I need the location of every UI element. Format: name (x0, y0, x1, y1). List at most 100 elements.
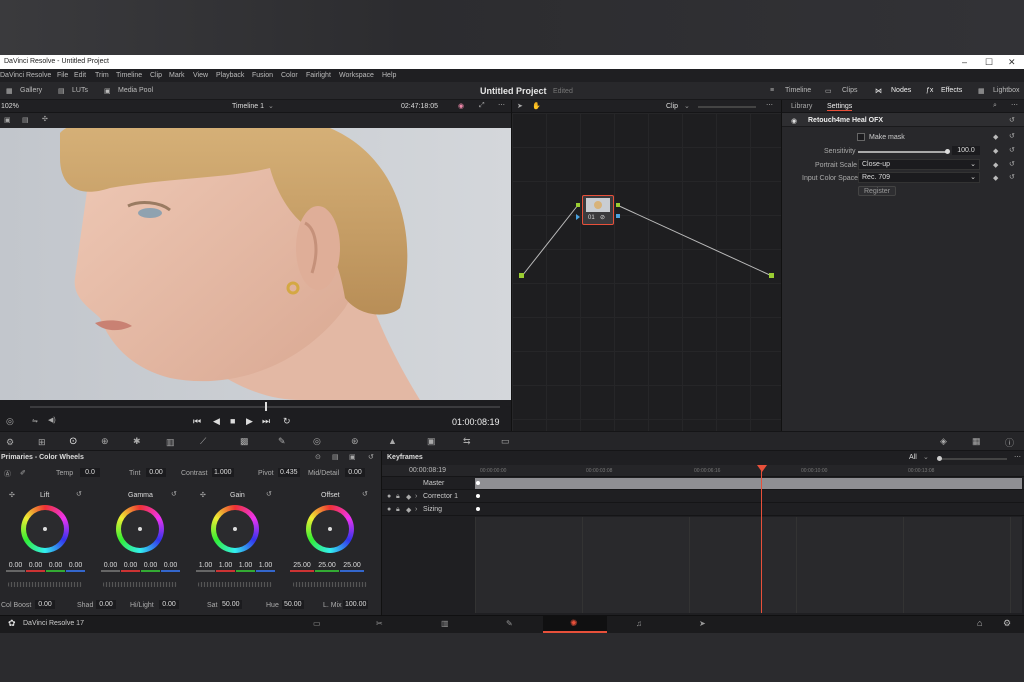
colboost-value[interactable]: 0.00 (35, 600, 55, 609)
reset-icon[interactable]: ↺ (1009, 173, 1015, 181)
gain-g[interactable]: 1.00 (236, 562, 255, 572)
fusion-page-icon[interactable]: ✎ (506, 619, 513, 628)
offset-wheel[interactable] (306, 505, 354, 553)
lmix-value[interactable]: 100.00 (343, 600, 369, 609)
clips-icon[interactable]: ▭ (825, 87, 832, 95)
color-page-icon[interactable]: ✺ (570, 618, 578, 629)
menu-workspace[interactable]: Workspace (339, 72, 374, 79)
color-match-icon[interactable]: ⊞ (38, 437, 46, 448)
effects-panel-icon[interactable]: ◈ (940, 436, 947, 447)
offset-master-wheel[interactable] (293, 582, 367, 587)
scopes-icon[interactable]: ▦ (972, 436, 981, 447)
keyframe-marker[interactable] (476, 507, 480, 511)
chevron-down-icon[interactable]: ⌄ (268, 102, 274, 110)
close-icon[interactable]: ✕ (1008, 57, 1016, 67)
playhead[interactable] (265, 402, 267, 411)
curves-icon[interactable]: ⟋ (200, 436, 206, 447)
motion-effects-icon[interactable]: ▥ (166, 437, 175, 448)
menu-davinci[interactable]: DaVinci Resolve (0, 72, 51, 79)
volume-icon[interactable]: ◀) (48, 416, 56, 424)
settings-gear-icon[interactable]: ⚙ (1003, 618, 1011, 629)
lift-picker-icon[interactable]: ✣ (9, 491, 15, 499)
lift-b[interactable]: 0.00 (66, 562, 85, 572)
more-options-icon[interactable]: ⋯ (766, 101, 773, 109)
reset-icon[interactable]: ↺ (1009, 160, 1015, 168)
corrector-node[interactable]: 01 ⊘ (582, 195, 614, 225)
reset-icon[interactable]: ↺ (76, 490, 82, 498)
sizing-icon[interactable]: ▭ (501, 436, 510, 447)
gain-b[interactable]: 1.00 (256, 562, 275, 572)
lock-icon[interactable]: 🔒︎ (396, 493, 400, 501)
media-page-icon[interactable]: ▭ (313, 619, 321, 628)
picker-icon[interactable]: ✐ (20, 469, 26, 477)
gallery-button[interactable]: Gallery (20, 87, 42, 94)
chevron-right-icon[interactable]: › (415, 506, 417, 513)
node-key-output[interactable] (616, 214, 620, 218)
gain-picker-icon[interactable]: ✣ (200, 491, 206, 499)
menu-help[interactable]: Help (382, 72, 396, 79)
reset-icon[interactable]: ↺ (266, 490, 272, 498)
gain-master-wheel[interactable] (198, 582, 272, 587)
portrait-scale-dropdown[interactable]: Close-up ⌄ (858, 159, 980, 170)
hue-value[interactable]: 50.00 (282, 600, 304, 609)
sensitivity-value[interactable]: 100.0 (952, 146, 980, 155)
middetail-value[interactable]: 0.00 (345, 468, 365, 477)
gain-wheel[interactable] (211, 505, 259, 553)
gamma-wheel[interactable] (116, 505, 164, 553)
master-track[interactable] (475, 478, 1022, 489)
gamma-g[interactable]: 0.00 (141, 562, 160, 572)
tint-value[interactable]: 0.00 (146, 468, 166, 477)
audio-icon[interactable]: ◎ (6, 416, 14, 427)
contrast-value[interactable]: 1.000 (212, 468, 234, 477)
video-viewer[interactable] (0, 128, 511, 400)
reset-icon[interactable]: ↺ (1009, 132, 1015, 140)
sensitivity-slider[interactable] (858, 149, 950, 154)
split-view-icon[interactable]: ▣ (4, 116, 11, 124)
lightbox-button[interactable]: Lightbox (993, 87, 1019, 94)
effects-button[interactable]: Effects (941, 87, 962, 94)
media-pool-icon[interactable]: ▣ (104, 87, 111, 95)
skip-start-icon[interactable]: ⏮ (193, 416, 201, 427)
more-options-icon[interactable]: ⋯ (1014, 453, 1021, 461)
shad-value[interactable]: 0.00 (96, 600, 116, 609)
home-icon[interactable]: ⌂ (977, 618, 982, 628)
node-key-input[interactable] (576, 214, 580, 220)
edit-page-icon[interactable]: ▥ (441, 619, 449, 628)
visibility-icon[interactable]: ● (387, 506, 391, 513)
maximize-icon[interactable]: ☐ (985, 57, 993, 67)
fairlight-page-icon[interactable]: ♫ (636, 619, 642, 628)
menu-trim[interactable]: Trim (95, 72, 109, 79)
chevron-down-icon[interactable]: ⌄ (684, 102, 690, 110)
gamma-b[interactable]: 0.00 (161, 562, 180, 572)
color-wheels-icon[interactable]: ⊙ (69, 436, 77, 447)
keyframe-icon[interactable]: ◆ (993, 174, 998, 182)
reset-icon[interactable]: ↺ (368, 453, 374, 461)
play-icon[interactable]: ▶ (246, 416, 253, 427)
luts-icon[interactable]: ▤ (58, 87, 65, 95)
node-mode-selector[interactable]: Clip (666, 103, 678, 110)
keyframe-row-corrector[interactable]: ● 🔒︎ ◆ › Corrector 1 (382, 490, 1024, 503)
blur-icon[interactable]: ▣ (427, 436, 436, 447)
offset-b[interactable]: 25.00 (340, 562, 364, 572)
lift-master-wheel[interactable] (8, 582, 82, 587)
lift-wheel[interactable] (21, 505, 69, 553)
search-icon[interactable]: ⌕ (993, 102, 997, 110)
menu-edit[interactable]: Edit (74, 72, 86, 79)
media-pool-button[interactable]: Media Pool (118, 87, 153, 94)
make-mask-checkbox[interactable] (857, 133, 865, 141)
menu-timeline[interactable]: Timeline (116, 72, 142, 79)
bars-icon[interactable]: ▤ (332, 453, 339, 461)
menu-view[interactable]: View (193, 72, 208, 79)
reset-icon[interactable]: ↺ (1009, 116, 1015, 124)
gamma-master-wheel[interactable] (103, 582, 177, 587)
reset-icon[interactable]: ↺ (1009, 146, 1015, 154)
timeline-selector[interactable]: Timeline 1 (232, 103, 264, 110)
camera-raw-icon[interactable]: ⚙ (6, 437, 14, 448)
color-picker-icon[interactable]: ◉ (458, 102, 464, 110)
key-icon[interactable]: ⇆ (463, 436, 471, 447)
reset-icon[interactable]: ↺ (362, 490, 368, 498)
node-output-dot[interactable] (616, 203, 620, 207)
hdr-icon[interactable]: ⊕ (101, 436, 109, 447)
plugin-toggle-icon[interactable]: ◉ (791, 117, 797, 125)
gain-r[interactable]: 1.00 (216, 562, 235, 572)
